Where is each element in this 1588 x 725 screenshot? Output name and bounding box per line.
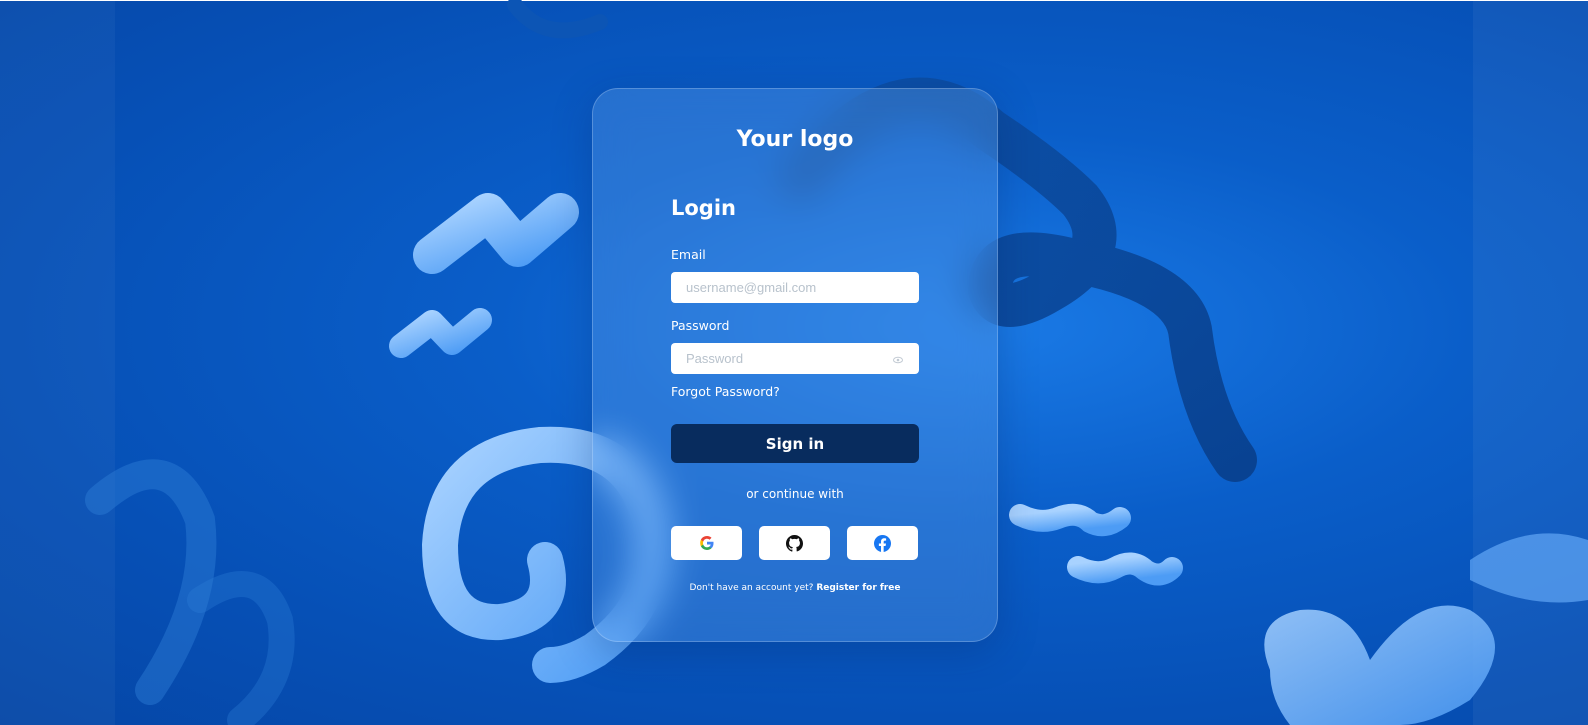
- wave-shape-2: [1067, 552, 1183, 586]
- zigzag-shape-small: [389, 308, 492, 358]
- or-continue-text: or continue with: [746, 487, 844, 501]
- heart-shape: [1264, 605, 1495, 725]
- logo-text: Your logo: [736, 127, 854, 152]
- register-link[interactable]: Register for free: [816, 583, 900, 593]
- email-label: Email: [671, 247, 706, 262]
- right-edge-blob: [1470, 533, 1588, 603]
- zigzag-shape-large: [413, 193, 579, 274]
- github-login-button[interactable]: [759, 526, 830, 560]
- sign-in-button[interactable]: Sign in: [671, 424, 919, 463]
- eye-icon[interactable]: [893, 355, 903, 365]
- login-card: Your logo Login Email Password Forgot Pa…: [592, 88, 998, 642]
- no-account-text: Don't have an account yet?: [689, 583, 814, 593]
- register-prompt: Don't have an account yet? Register for …: [593, 583, 997, 593]
- left-faded-shape-2: [187, 571, 295, 725]
- facebook-login-button[interactable]: [847, 526, 918, 560]
- password-label: Password: [671, 318, 730, 333]
- left-faded-shape: [85, 459, 217, 705]
- email-field[interactable]: [671, 272, 919, 303]
- google-login-button[interactable]: [671, 526, 742, 560]
- wave-shape-1: [1009, 503, 1131, 537]
- facebook-icon: [874, 534, 891, 552]
- github-icon: [786, 534, 803, 552]
- top-arc-shape: [507, 0, 608, 39]
- forgot-password-link[interactable]: Forgot Password?: [671, 384, 780, 399]
- password-field[interactable]: [671, 343, 919, 374]
- login-title: Login: [671, 196, 736, 220]
- google-icon: [699, 536, 713, 550]
